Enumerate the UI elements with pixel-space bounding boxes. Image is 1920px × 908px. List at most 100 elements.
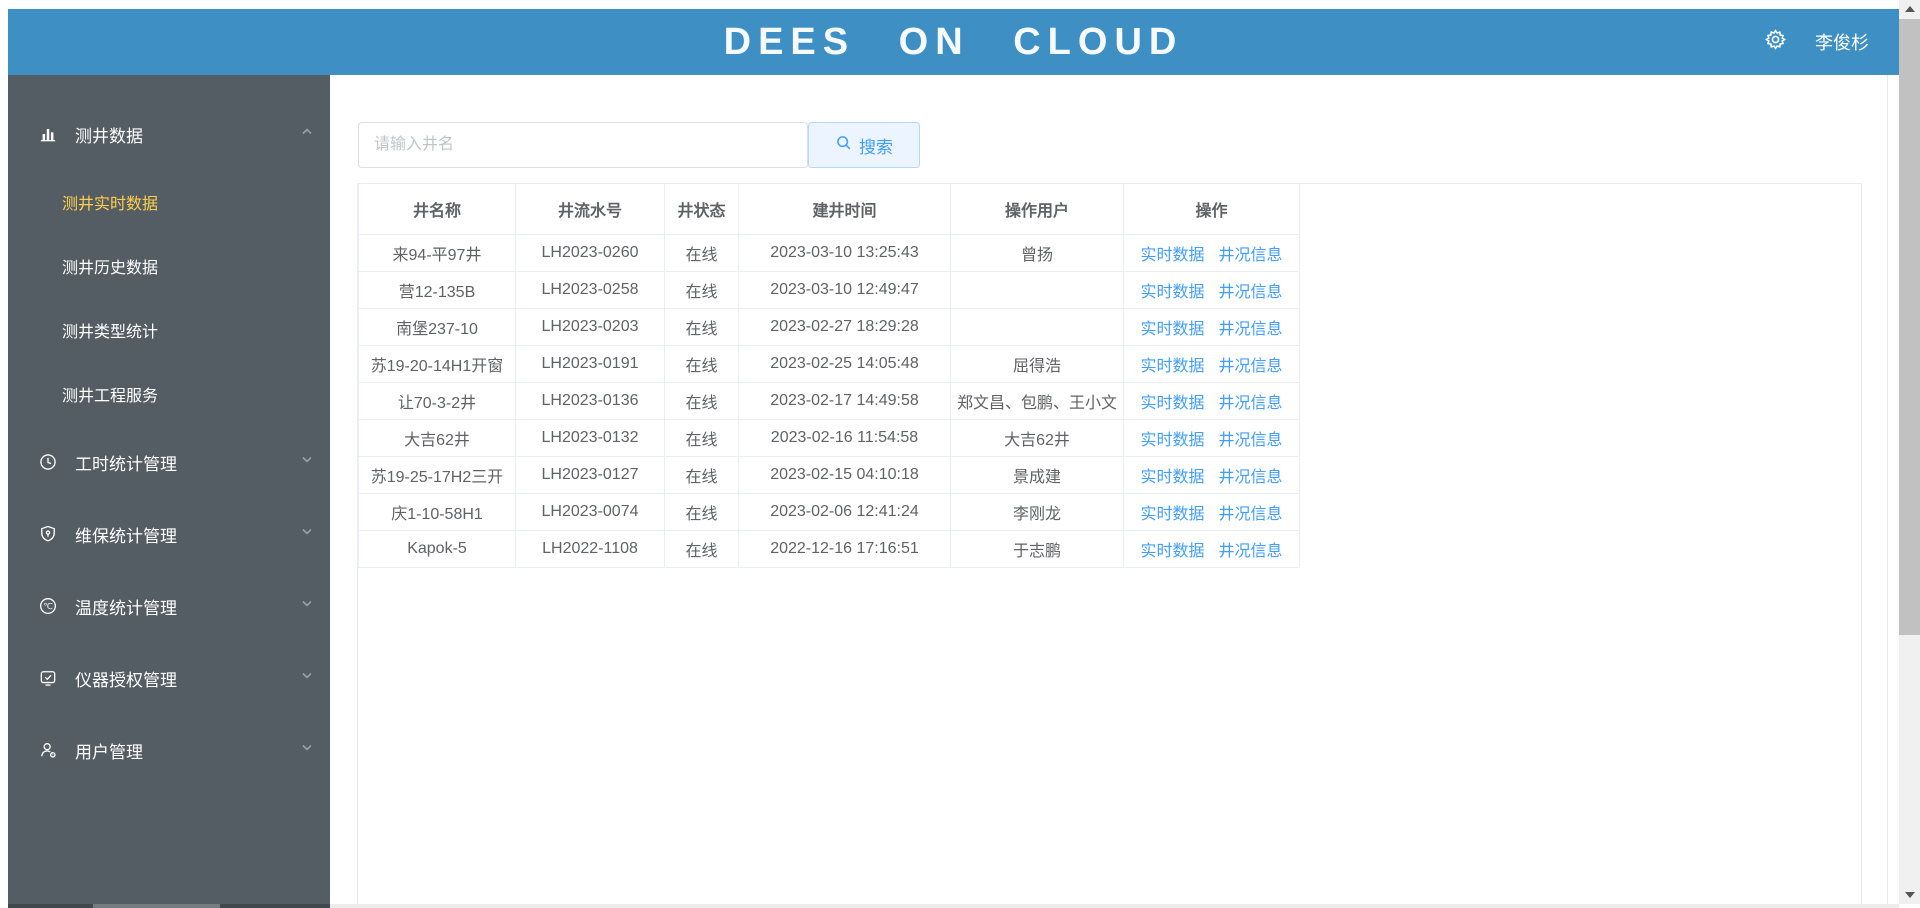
gear-icon: [1764, 28, 1787, 56]
search-icon: [835, 134, 852, 156]
cell-created: 2023-02-25 14:05:48: [738, 345, 951, 383]
content-edge-divider: [1887, 75, 1888, 904]
cell-serial: LH2023-0258: [515, 271, 665, 309]
cell-actions: 实时数据 井况信息: [1123, 493, 1300, 531]
cell-created: 2023-03-10 12:49:47: [738, 271, 951, 309]
cell-name: 营12-135B: [358, 271, 516, 309]
sidebar-subitem-0-0[interactable]: 测井实时数据: [8, 170, 330, 234]
cell-operator: 大吉62井: [950, 419, 1124, 457]
table-row: 让70-3-2井 LH2023-0136 在线 2023-02-17 14:49:58…: [358, 382, 1300, 420]
app-title: DEES ON CLOUD: [723, 20, 1184, 63]
cell-created: 2023-02-27 18:29:28: [738, 308, 951, 346]
well-info-link[interactable]: 井况信息: [1219, 321, 1283, 338]
cell-status: 在线: [664, 308, 739, 346]
cell-actions: 实时数据 井况信息: [1123, 234, 1300, 272]
column-header: 建井时间: [738, 184, 951, 235]
current-user[interactable]: 李俊杉: [1815, 29, 1869, 55]
sidebar-item-0[interactable]: 测井数据: [8, 98, 330, 170]
cell-operator: 郑文昌、包鹏、王小文: [950, 382, 1124, 420]
well-info-link[interactable]: 井况信息: [1219, 395, 1283, 412]
sidebar-item-1[interactable]: 工时统计管理: [8, 426, 330, 498]
cell-serial: LH2023-0127: [515, 456, 665, 494]
horizontal-scrollbar[interactable]: [8, 904, 1899, 908]
sidebar-item-label: 温度统计管理: [75, 598, 177, 618]
cell-operator: [950, 308, 1124, 346]
table-header-row: 井名称 井流水号 井状态 建井时间 操作用户 操作: [358, 184, 1300, 235]
cell-created: 2023-02-15 04:10:18: [738, 456, 951, 494]
table-panel: 井名称 井流水号 井状态 建井时间 操作用户 操作 来94-平97井 LH2023-0260…: [357, 183, 1862, 904]
realtime-data-link[interactable]: 实时数据: [1140, 543, 1204, 560]
well-info-link[interactable]: 井况信息: [1219, 432, 1283, 449]
table-row: 庆1-10-58H1 LH2023-0074 在线 2023-02-06 12:41:…: [358, 493, 1300, 531]
cell-status: 在线: [664, 234, 739, 272]
topbar-right: 李俊杉: [1764, 9, 1869, 75]
cell-serial: LH2023-0191: [515, 345, 665, 383]
realtime-data-link[interactable]: 实时数据: [1140, 321, 1204, 338]
cell-name: 南堡237-10: [358, 308, 516, 346]
well-info-link[interactable]: 井况信息: [1219, 284, 1283, 301]
realtime-data-link[interactable]: 实时数据: [1140, 284, 1204, 301]
cell-actions: 实时数据 井况信息: [1123, 271, 1300, 309]
sidebar-subitem-0-1[interactable]: 测井历史数据: [8, 234, 330, 298]
chevron-down-icon: [300, 453, 314, 472]
vertical-scrollbar[interactable]: [1899, 0, 1920, 904]
realtime-data-link[interactable]: 实时数据: [1140, 358, 1204, 375]
sidebar-item-label: 测井数据: [75, 126, 143, 146]
user-icon: [38, 740, 58, 760]
bar-chart-icon: [38, 124, 58, 144]
scroll-up-arrow[interactable]: [1899, 0, 1920, 18]
cell-actions: 实时数据 井况信息: [1123, 308, 1300, 346]
cell-operator: 曾扬: [950, 234, 1124, 272]
cell-status: 在线: [664, 530, 739, 568]
sidebar-item-4[interactable]: 仪器授权管理: [8, 642, 330, 714]
cell-operator: 景成建: [950, 456, 1124, 494]
temperature-icon: ℃: [38, 596, 58, 616]
realtime-data-link[interactable]: 实时数据: [1140, 247, 1204, 264]
cell-status: 在线: [664, 456, 739, 494]
cell-created: 2022-12-16 17:16:51: [738, 530, 951, 568]
well-info-link[interactable]: 井况信息: [1219, 543, 1283, 560]
chevron-up-icon: [300, 125, 314, 144]
scroll-down-arrow[interactable]: [1899, 886, 1920, 904]
cell-serial: LH2023-0203: [515, 308, 665, 346]
sidebar-item-5[interactable]: 用户管理: [8, 714, 330, 786]
sidebar-item-label: 维保统计管理: [75, 526, 177, 546]
device-auth-icon: [38, 668, 58, 688]
search-input[interactable]: [358, 122, 808, 168]
realtime-data-link[interactable]: 实时数据: [1140, 506, 1204, 523]
cell-created: 2023-02-16 11:54:58: [738, 419, 951, 457]
table-row: Kapok-5 LH2022-1108 在线 2022-12-16 17:16:51 于…: [358, 530, 1300, 568]
table-row: 南堡237-10 LH2023-0203 在线 2023-02-27 18:29:28…: [358, 308, 1300, 346]
column-header: 井状态: [664, 184, 739, 235]
sidebar-item-3[interactable]: ℃ 温度统计管理: [8, 570, 330, 642]
cell-created: 2023-03-10 13:25:43: [738, 234, 951, 272]
top-bar: DEES ON CLOUD 李俊杉: [8, 9, 1899, 75]
horizontal-scrollbar-thumb[interactable]: [93, 904, 220, 908]
sidebar-item-label: 用户管理: [75, 742, 143, 762]
well-info-link[interactable]: 井况信息: [1219, 469, 1283, 486]
well-info-link[interactable]: 井况信息: [1219, 506, 1283, 523]
well-info-link[interactable]: 井况信息: [1219, 358, 1283, 375]
cell-actions: 实时数据 井况信息: [1123, 382, 1300, 420]
cell-name: 让70-3-2井: [358, 382, 516, 420]
sidebar-item-2[interactable]: 维保统计管理: [8, 498, 330, 570]
svg-text:℃: ℃: [43, 601, 52, 611]
realtime-data-link[interactable]: 实时数据: [1140, 432, 1204, 449]
settings-button[interactable]: [1764, 28, 1787, 56]
cell-status: 在线: [664, 345, 739, 383]
well-info-link[interactable]: 井况信息: [1219, 247, 1283, 264]
cell-serial: LH2023-0074: [515, 493, 665, 531]
column-header: 操作: [1123, 184, 1300, 235]
sidebar-subitem-0-3[interactable]: 测井工程服务: [8, 362, 330, 426]
vertical-scrollbar-thumb[interactable]: [1899, 19, 1920, 635]
cell-serial: LH2023-0260: [515, 234, 665, 272]
realtime-data-link[interactable]: 实时数据: [1140, 469, 1204, 486]
cell-operator: 于志鹏: [950, 530, 1124, 568]
cell-name: Kapok-5: [358, 530, 516, 568]
realtime-data-link[interactable]: 实时数据: [1140, 395, 1204, 412]
column-header: 井名称: [358, 184, 516, 235]
search-button[interactable]: 搜索: [808, 122, 920, 168]
cell-created: 2023-02-06 12:41:24: [738, 493, 951, 531]
sidebar-subitem-0-2[interactable]: 测井类型统计: [8, 298, 330, 362]
cell-name: 苏19-20-14H1开窗: [358, 345, 516, 383]
